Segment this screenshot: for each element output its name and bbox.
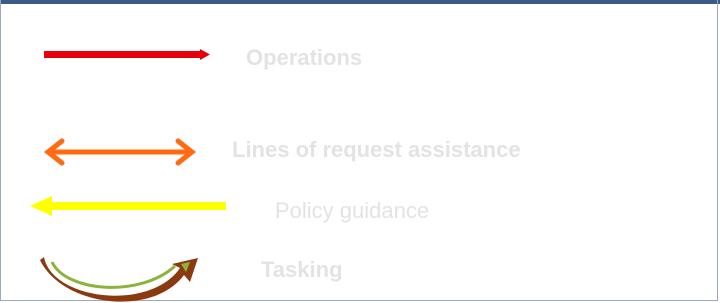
request-assistance-double-arrow-icon — [43, 138, 197, 166]
tasking-curved-arrow-icon — [40, 257, 198, 302]
policy-guidance-arrow-icon — [30, 196, 226, 216]
legend-label-request-assistance: Lines of request assistance — [232, 137, 521, 162]
legend-label-operations: Operations — [246, 45, 363, 70]
operations-arrow-icon — [44, 49, 210, 60]
legend-label-tasking: Tasking — [261, 257, 343, 282]
legend-label-policy-guidance: Policy guidance — [275, 198, 430, 223]
